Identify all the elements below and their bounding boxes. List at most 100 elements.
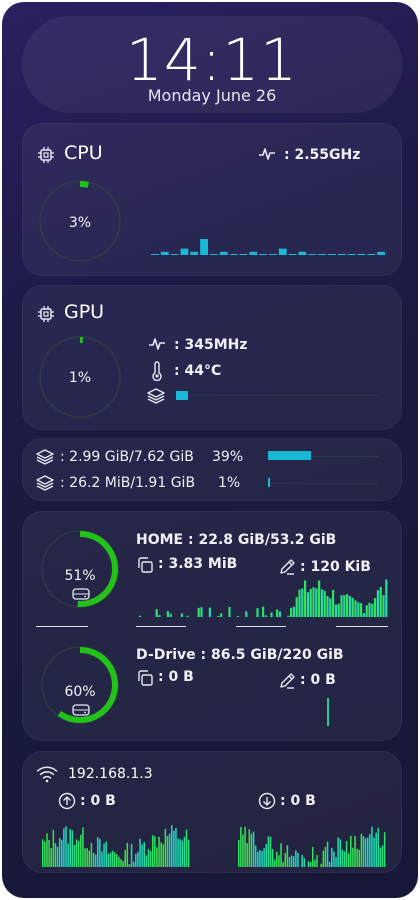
activity-bar [329,598,332,617]
activity-bar [257,851,259,867]
activity-bar [164,829,167,867]
activity-bar [92,852,95,867]
activity-bar [309,588,312,617]
activity-bar [288,857,291,867]
activity-bar [58,837,61,867]
activity-bar [324,846,327,867]
cpu-usage-label: 3% [68,215,92,231]
activity-bar [360,833,363,867]
activity-bar [362,613,365,617]
activity-bar [273,859,276,867]
activity-bar [181,840,184,867]
activity-bar [147,848,150,867]
cpu-title: CPU [64,142,103,164]
clock-card: 14:11 Monday June 26 [22,16,402,113]
activity-bar [295,850,297,867]
activity-bar [120,859,122,867]
activity-bar [118,856,120,867]
activity-bar [42,839,44,867]
activity-bar [356,848,358,867]
activity-bar [379,587,382,617]
activity-bar [385,579,388,617]
activity-bar [82,827,84,867]
activity-bar [340,595,343,617]
cpu-history-graph [151,239,385,255]
activity-bar [122,860,124,867]
activity-bar [332,589,335,617]
disks-card: 51% HOME : 22.8 GiB/53.2 GiB : 3.83 MiB … [22,511,402,741]
activity-bar [73,844,76,867]
activity-bar [105,841,107,867]
upload-graph [42,825,190,867]
activity-bar [169,613,172,617]
activity-bar [352,847,354,867]
activity-bar [318,580,321,617]
activity-bar [228,606,231,617]
activity-bar [256,608,259,617]
activity-bar [280,843,282,867]
activity-bar [71,830,74,867]
activity-bar [145,855,148,867]
activity-bar [99,839,101,867]
activity-bar [298,589,301,617]
activity-bar [297,852,299,867]
cpu-history-bar [308,254,317,255]
activity-bar [124,850,126,867]
gpu-usage-label: 1% [68,370,92,386]
disk-activity-graph [138,579,388,617]
activity-bar [312,587,315,617]
activity-bar [276,609,279,617]
activity-bar [130,844,133,867]
cpu-history-bar [318,254,326,255]
activity-bar [331,847,333,867]
activity-bar [254,845,257,867]
activity-bar [326,841,329,867]
activity-bar [271,849,274,867]
activity-bar [267,836,270,867]
activity-bar [337,837,339,867]
swap-usage-text: : 26.2 MiB/1.91 GiB [60,475,196,491]
activity-bar [358,849,361,867]
activity-bar [240,826,242,867]
activity-bar [320,863,322,867]
gpu-card: GPU 1% : 345MHz : 44°C [22,285,402,430]
activity-bar [113,852,116,867]
activity-bar [284,853,287,867]
activity-bar [197,607,200,617]
separator-line [136,626,186,627]
activity-bar [242,834,244,867]
ram-usage-text: : 2.99 GiB/7.62 GiB [60,449,194,465]
activity-bar [177,838,179,867]
activity-bar [365,605,368,617]
activity-bar [316,855,318,867]
activity-bar [80,834,82,867]
activity-bar [290,607,293,617]
activity-bar [158,836,160,867]
activity-bar [180,613,183,617]
upload-icon [58,792,76,810]
activity-bar [88,850,91,867]
gpu-frequency-icon [148,336,166,352]
swap-track [268,483,378,484]
thermometer-icon [150,361,164,381]
activity-bar [354,835,356,867]
activity-bar [295,597,298,617]
download-speed: : 0 B [280,793,316,809]
activity-bar [50,848,52,867]
activity-bar [276,851,278,867]
activity-bar [244,826,246,867]
activity-bar [381,845,384,867]
activity-bar [259,850,261,867]
separator-line [336,626,388,627]
activity-bar [369,833,371,867]
activity-bar [126,842,129,867]
activity-bar [328,861,331,867]
activity-bar [309,862,312,867]
activity-bar [103,843,105,867]
activity-bar [69,829,71,867]
activity-bar [138,615,141,617]
activity-bar [292,856,295,867]
home-disk-usage: 51% [64,568,96,584]
activity-bar [263,848,265,867]
activity-bar [141,844,143,867]
